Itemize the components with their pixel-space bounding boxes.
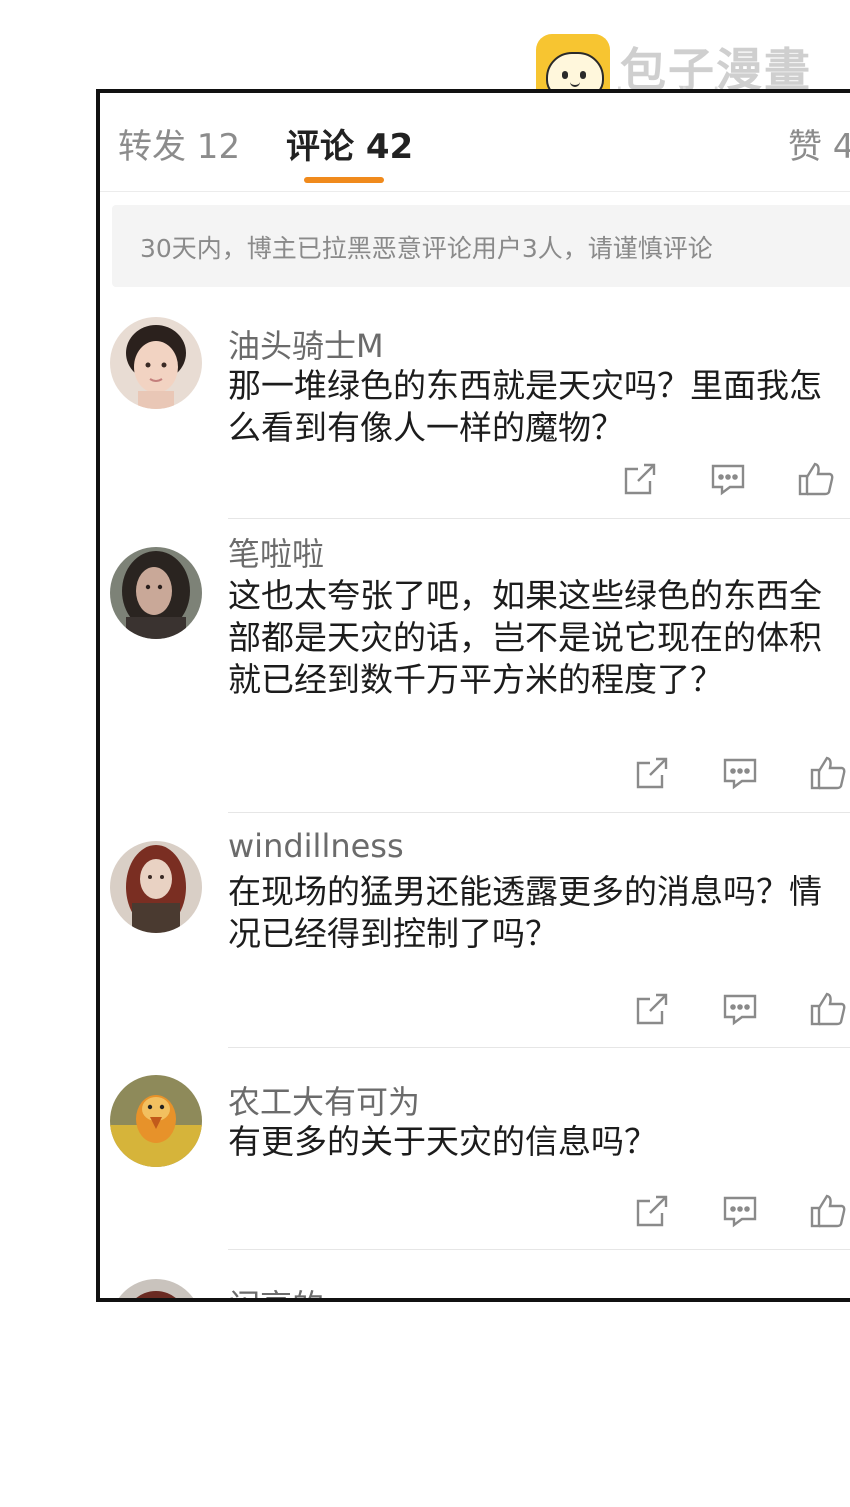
avatar[interactable] [110,1279,202,1298]
comment-icon[interactable] [720,753,760,793]
share-icon[interactable] [632,1191,672,1231]
comment-item: 农工大有可为 有更多的关于天灾的信息吗？ [100,1065,850,1255]
thumbs-up-icon[interactable] [796,459,836,499]
comment-icon[interactable] [720,989,760,1029]
comment-item: 笔啦啦 这也太夸张了吧，如果这些绿色的东西全部都是天灾的话，岂不是说它现在的体积… [100,529,850,819]
share-icon[interactable] [632,753,672,793]
divider [228,518,850,519]
comments-panel: 转发 12 评论 42 赞 4 30天内，博主已拉黑恶意评论用户3人，请谨慎评论… [96,89,850,1302]
divider [228,1249,850,1250]
divider [228,1047,850,1048]
avatar[interactable] [110,841,202,933]
thumbs-up-icon[interactable] [808,753,848,793]
avatar[interactable] [110,547,202,639]
avatar[interactable] [110,1075,202,1167]
comment-actions [632,1191,850,1231]
comment-actions [620,459,850,499]
avatar[interactable] [110,317,202,409]
comment-actions [632,989,850,1029]
moderation-notice: 30天内，博主已拉黑恶意评论用户3人，请谨慎评论 [112,205,850,287]
tab-likes[interactable]: 赞 4 [788,119,850,168]
comment-item: windillness 在现场的猛男还能透露更多的消息吗？情况已经得到控制了吗？ [100,827,850,1051]
comment-icon[interactable] [720,1191,760,1231]
comment-author[interactable]: 农工大有可为 [228,1077,420,1123]
divider [228,812,850,813]
tab-bar: 转发 12 评论 42 赞 4 [100,93,850,192]
thumbs-up-icon[interactable] [808,1191,848,1231]
comment-item: 油头骑士M 那一堆绿色的东西就是天灾吗？里面我怎么看到有像人一样的魔物？ [100,313,850,523]
comment-text: 有更多的关于天灾的信息吗？ [228,1122,657,1161]
active-tab-indicator [304,177,384,183]
comment-author[interactable]: 笔啦啦 [228,529,324,575]
comment-author[interactable]: 油头骑士M [228,321,384,367]
comment-text: 这也太夸张了吧，如果这些绿色的东西全部都是天灾的话，岂不是说它现在的体积就已经到… [228,576,822,699]
comment-item: 闪亮的yunyun [100,1273,850,1298]
comment-text: 那一堆绿色的东西就是天灾吗？里面我怎么看到有像人一样的魔物？ [228,366,822,447]
tab-reposts[interactable]: 转发 12 [118,119,240,168]
comment-icon[interactable] [708,459,748,499]
comment-author[interactable]: 闪亮的yunyun [228,1281,443,1298]
share-icon[interactable] [620,459,660,499]
comment-author[interactable]: windillness [228,827,404,865]
tab-comments[interactable]: 评论 42 [286,119,413,168]
notice-text: 30天内，博主已拉黑恶意评论用户3人，请谨慎评论 [140,234,713,263]
thumbs-up-icon[interactable] [808,989,848,1029]
share-icon[interactable] [632,989,672,1029]
comment-actions [632,753,850,793]
comment-text: 在现场的猛男还能透露更多的消息吗？情况已经得到控制了吗？ [228,872,822,953]
